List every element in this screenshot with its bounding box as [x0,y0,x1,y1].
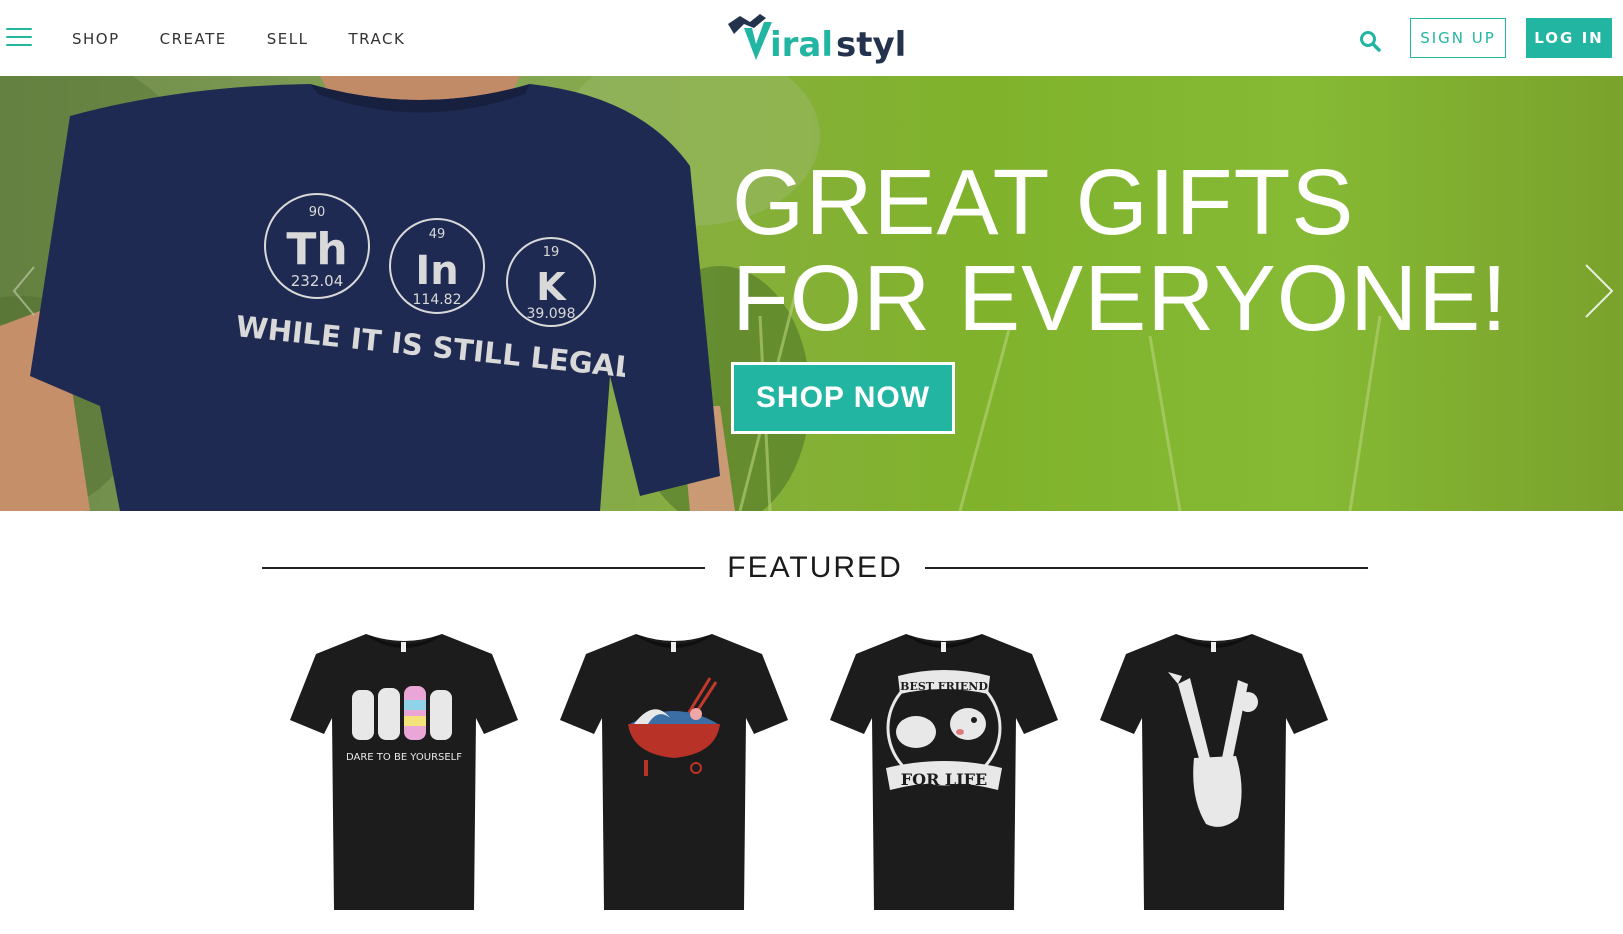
carousel-prev-arrow-icon[interactable] [8,261,38,321]
element-number: 19 [543,245,560,260]
nav-sell[interactable]: SELL [267,30,309,48]
logo-text-style: style [836,25,906,65]
nav-track[interactable]: TRACK [349,30,406,48]
hero-title: GREAT GIFTS FOR EVERYONE! [732,154,1508,346]
product-print-text-bottom: FOR LIFE [901,770,987,789]
logo-text-viral: iral [770,25,833,65]
carousel-next-arrow-icon[interactable] [1582,261,1616,321]
element-symbol: K [536,265,567,309]
product-print-text: DARE TO BE YOURSELF [346,752,462,763]
product-card-best-friend[interactable]: BEST FRIEND FOR LIFE [828,628,1060,918]
nav-create[interactable]: CREATE [160,30,227,48]
element-mass: 114.82 [413,292,462,308]
tigers-shirt-icon: DARE TO BE YOURSELF [290,634,518,910]
sign-up-button[interactable]: SIGN UP [1410,18,1506,58]
product-print-text-top: BEST FRIEND [900,680,988,693]
featured-section-header: FEATURED [262,550,1369,586]
ramen-wave-shirt-icon [560,634,788,910]
hero-title-line2: FOR EVERYONE! [732,246,1509,350]
element-mass: 232.04 [291,272,344,290]
shirt-periodic-print: 90 Th 232.04 49 In 114.82 19 K 39.098 WH… [234,193,625,385]
hero-title-line1: GREAT GIFTS [732,150,1355,254]
product-card-guitar-peace[interactable] [1098,628,1330,918]
menu-icon[interactable] [6,26,32,48]
shop-now-button[interactable]: SHOP NOW [731,362,955,434]
element-number: 49 [429,227,446,242]
product-card-ramen-wave[interactable] [558,628,790,918]
viralstyle-logo[interactable]: iral style [726,10,929,66]
search-icon[interactable] [1359,30,1381,52]
featured-heading: FEATURED [727,551,903,584]
element-mass: 39.098 [527,306,576,322]
element-symbol: Th [286,224,347,275]
main-nav: SHOP CREATE SELL TRACK [72,30,445,48]
featured-products: DARE TO BE YOURSELF BEST FRIEND FOR LIFE [288,628,1348,918]
nav-shop[interactable]: SHOP [72,30,120,48]
log-in-button[interactable]: LOG IN [1526,18,1612,58]
product-card-tigers[interactable]: DARE TO BE YOURSELF [288,628,520,918]
element-number: 90 [309,205,326,220]
dog-fist-bump-shirt-icon: BEST FRIEND FOR LIFE [830,634,1058,910]
site-header: SHOP CREATE SELL TRACK iral style SIGN U… [0,0,1623,76]
element-symbol: In [415,248,458,294]
divider [262,567,706,569]
guitar-peace-sign-shirt-icon [1100,634,1328,910]
divider [924,567,1369,569]
hero-banner: 90 Th 232.04 49 In 114.82 19 K 39.098 WH… [0,76,1623,511]
